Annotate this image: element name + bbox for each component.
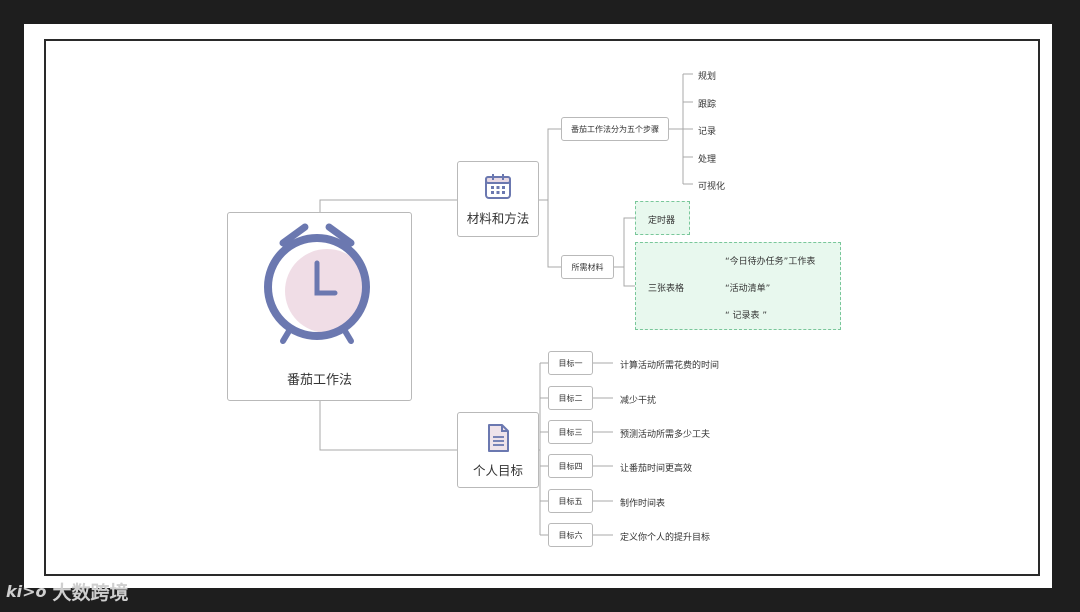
watermark: ki>o 大数跨境	[6, 578, 129, 605]
connector-lines	[319, 73, 720, 536]
form-item[interactable]: “活动清单”	[725, 281, 770, 294]
goal-label[interactable]: 目标一	[548, 351, 593, 375]
goal-label[interactable]: 目标三	[548, 420, 593, 444]
alarm-clock-icon	[263, 223, 370, 344]
goal-label[interactable]: 目标六	[548, 523, 593, 547]
goal-text[interactable]: 定义你个人的提升目标	[620, 530, 710, 543]
branch-materials-node[interactable]: 材料和方法	[457, 161, 539, 237]
goal-label[interactable]: 目标五	[548, 489, 593, 513]
step-item[interactable]: 跟踪	[698, 97, 716, 110]
goal-text[interactable]: 预测活动所需多少工夫	[620, 427, 710, 440]
branch-goals-node[interactable]: 个人目标	[457, 412, 539, 488]
goal-label[interactable]: 目标四	[548, 454, 593, 478]
central-topic-node[interactable]: 番茄工作法	[227, 212, 412, 401]
watermark-logo-icon: ki>o	[6, 582, 47, 601]
goal-label[interactable]: 目标二	[548, 386, 593, 410]
central-topic-title: 番茄工作法	[286, 373, 352, 388]
goal-text[interactable]: 减少干扰	[620, 393, 656, 406]
goal-text[interactable]: 制作时间表	[620, 496, 665, 509]
branch-goals-title: 个人目标	[472, 462, 523, 478]
document-icon	[488, 423, 509, 452]
step-item[interactable]: 记录	[698, 124, 716, 137]
branch-materials-title: 材料和方法	[466, 210, 530, 226]
forms-subtopic[interactable]: 三张表格	[648, 281, 684, 294]
step-item[interactable]: 处理	[698, 152, 716, 165]
goal-text[interactable]: 计算活动所需花费的时间	[620, 358, 719, 371]
step-item[interactable]: 可视化	[698, 179, 725, 192]
step-item[interactable]: 规划	[698, 69, 716, 82]
required-materials-subtopic[interactable]: 所需材料	[561, 255, 614, 279]
timer-item[interactable]: 定时器	[648, 213, 675, 226]
form-item[interactable]: “ 记录表 ”	[725, 308, 767, 321]
form-item[interactable]: “今日待办任务”工作表	[725, 254, 815, 267]
steps-subtopic[interactable]: 番茄工作法分为五个步骤	[561, 117, 669, 141]
calendar-icon	[485, 173, 511, 199]
goal-text[interactable]: 让番茄时间更高效	[620, 461, 692, 474]
watermark-text: 大数跨境	[52, 582, 129, 604]
